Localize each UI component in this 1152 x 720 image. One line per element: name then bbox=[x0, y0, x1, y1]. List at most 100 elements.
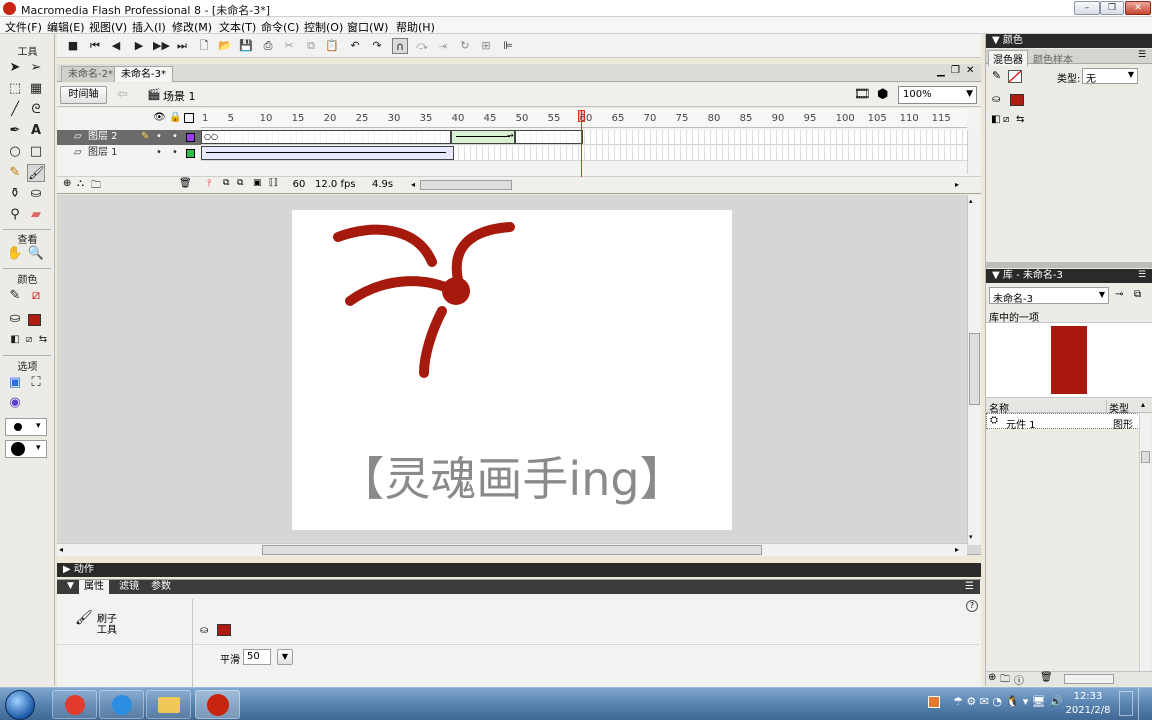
free-transform-tool-icon[interactable]: ⬚ bbox=[6, 80, 24, 98]
line-tool-icon[interactable]: ╱ bbox=[6, 101, 24, 119]
pen-tool-icon[interactable]: ✒ bbox=[6, 122, 24, 140]
ink-bottle-tool-icon[interactable]: ⚱ bbox=[6, 185, 24, 203]
arrow-tool-icon[interactable]: ➤ bbox=[6, 59, 24, 77]
stroke-color-icon[interactable]: ✎ bbox=[6, 287, 24, 305]
menu-modify[interactable]: 修改(M) bbox=[172, 19, 212, 35]
rectangle-tool-icon[interactable]: □ bbox=[27, 143, 45, 161]
menu-control[interactable]: 控制(O) bbox=[304, 19, 343, 35]
vscroll-thumb[interactable] bbox=[969, 333, 980, 405]
tab-untitled-3[interactable]: 未命名-3* bbox=[114, 66, 173, 82]
panel-menu-icon[interactable]: ☰ bbox=[1138, 50, 1146, 60]
tray-icons[interactable]: ☂ ⚙ ✉ ◔ 🐧 ▾ 🖥 🔊 bbox=[953, 695, 1063, 708]
smooth-icon[interactable]: ⤼ bbox=[414, 38, 430, 54]
lock-dot[interactable]: • bbox=[172, 130, 178, 144]
library-panel-header[interactable]: ▼ 库 - 未命名-3 ☰ bbox=[986, 269, 1152, 283]
fill-type-select[interactable]: 无 ▼ bbox=[1082, 68, 1138, 85]
minimize-button[interactable]: – bbox=[1074, 1, 1100, 15]
back-arrow-icon[interactable]: ⇦ bbox=[117, 87, 128, 102]
outline-icon[interactable] bbox=[184, 113, 194, 123]
library-item-row[interactable]: ⛭ 元件 1 图形 bbox=[986, 413, 1144, 431]
step-forward-icon[interactable]: ▶▶ bbox=[153, 38, 170, 54]
restore-button[interactable]: ❐ bbox=[1100, 1, 1124, 15]
doc-restore-icon[interactable]: ❐ bbox=[951, 65, 960, 76]
panel-menu-icon[interactable]: ☰ bbox=[965, 580, 974, 593]
snap-magnet-icon[interactable]: ∩ bbox=[392, 38, 408, 54]
scroll-right-icon[interactable]: ▸ bbox=[955, 545, 959, 554]
insert-layer-icon[interactable]: ⊕ bbox=[63, 178, 71, 189]
scale-icon[interactable]: ⊞ bbox=[478, 38, 494, 54]
menu-insert[interactable]: 插入(I) bbox=[132, 19, 166, 35]
app-taskbar-icon[interactable] bbox=[99, 690, 144, 719]
menu-window[interactable]: 窗口(W) bbox=[347, 19, 388, 35]
edit-symbol-icon[interactable]: ⬢ bbox=[877, 87, 888, 102]
static-frame-span[interactable] bbox=[515, 130, 583, 144]
layer-2-frames[interactable]: ○○ → bbox=[201, 130, 967, 145]
stage[interactable]: 【灵魂画手ing】 bbox=[292, 210, 732, 530]
menu-commands[interactable]: 命令(C) bbox=[261, 19, 299, 35]
visibility-dot[interactable]: • bbox=[156, 130, 162, 144]
scroll-down-icon[interactable]: ▾ bbox=[969, 533, 973, 541]
onion-markers-icon[interactable]: ⟦⟧ bbox=[269, 178, 278, 188]
object-drawing-icon[interactable]: ▣ bbox=[6, 374, 24, 392]
scroll-right-icon[interactable]: ▸ bbox=[955, 180, 959, 189]
stroke-color-icon[interactable]: ✎ bbox=[992, 69, 1001, 82]
panel-menu-icon[interactable]: ☰ bbox=[1138, 269, 1146, 282]
hscroll-thumb[interactable] bbox=[262, 545, 762, 555]
show-hide-eye-icon[interactable]: 👁 bbox=[153, 112, 166, 123]
show-desktop-button[interactable] bbox=[1138, 688, 1152, 720]
oval-tool-icon[interactable]: ○ bbox=[6, 143, 24, 161]
new-file-icon[interactable]: 🗋 bbox=[196, 38, 212, 54]
motion-tween-span[interactable] bbox=[201, 146, 454, 160]
rewind-icon[interactable]: ⏮ bbox=[87, 38, 103, 54]
playhead-marker[interactable] bbox=[578, 110, 585, 122]
copy-icon[interactable]: ⧉ bbox=[303, 38, 319, 54]
layer-name[interactable]: 图层 1 bbox=[88, 146, 118, 160]
swap-colors-icon[interactable]: ⇆ bbox=[1016, 114, 1024, 125]
menu-help[interactable]: 帮助(H) bbox=[396, 19, 435, 35]
mixer-fill-swatch[interactable] bbox=[1010, 94, 1024, 106]
tab-properties[interactable]: 属性 bbox=[79, 580, 109, 594]
delete-icon[interactable]: 🗑 bbox=[1040, 672, 1053, 683]
visibility-dot[interactable]: • bbox=[156, 146, 162, 160]
stage-hscroll[interactable]: ◂ ▸ bbox=[57, 543, 967, 556]
pencil-tool-icon[interactable]: ✎ bbox=[6, 164, 24, 182]
align-icon[interactable]: ⊫ bbox=[500, 38, 516, 54]
print-icon[interactable]: ⎙ bbox=[260, 38, 276, 54]
lock-layers-icon[interactable]: 🔒 bbox=[169, 112, 181, 123]
tab-mixer[interactable]: 混色器 bbox=[988, 50, 1028, 66]
tab-untitled-2[interactable]: 未命名-2* bbox=[61, 66, 120, 82]
brush-mode-icon[interactable]: ⛶ bbox=[27, 374, 45, 392]
properties-icon[interactable]: ⓘ bbox=[1014, 672, 1024, 687]
library-document-select[interactable]: 未命名-3 ▼ bbox=[989, 287, 1109, 305]
fill-color-swatch[interactable] bbox=[28, 314, 41, 326]
brush-tool-icon[interactable]: 🖌 bbox=[27, 164, 45, 182]
open-file-icon[interactable]: 📂 bbox=[217, 38, 233, 54]
fill-color-swatch[interactable] bbox=[217, 624, 231, 636]
zoom-select[interactable]: 100% ▼ bbox=[898, 86, 977, 104]
explorer-taskbar-icon[interactable] bbox=[146, 690, 191, 719]
new-symbol-icon[interactable]: ⊕ bbox=[988, 672, 996, 683]
paint-bucket-tool-icon[interactable]: ⛀ bbox=[27, 185, 45, 203]
hand-tool-icon[interactable]: ✋ bbox=[6, 245, 24, 263]
lock-fill-icon[interactable]: ◉ bbox=[6, 394, 24, 412]
eyedropper-tool-icon[interactable]: ⚲ bbox=[6, 206, 24, 224]
eraser-tool-icon[interactable]: ▰ bbox=[27, 206, 45, 224]
library-vscroll[interactable] bbox=[1139, 413, 1151, 673]
smoothing-input[interactable]: 50 bbox=[243, 649, 271, 665]
panel-splitter[interactable] bbox=[986, 262, 1152, 268]
color-panel-header[interactable]: ▼ 颜色 bbox=[986, 34, 1152, 48]
menu-edit[interactable]: 编辑(E) bbox=[47, 19, 85, 35]
text-tool-icon[interactable]: A bbox=[27, 122, 45, 140]
lasso-tool-icon[interactable]: ᘓ bbox=[27, 101, 45, 119]
menu-text[interactable]: 文本(T) bbox=[219, 19, 256, 35]
tab-parameters[interactable]: 参数 bbox=[151, 580, 171, 593]
timeline-toggle-button[interactable]: 时间轴 bbox=[60, 86, 107, 104]
pin-library-icon[interactable]: ⊸ bbox=[1115, 289, 1123, 300]
brush-size-select[interactable]: ▾ bbox=[5, 418, 47, 436]
flash-taskbar-icon[interactable] bbox=[195, 690, 240, 719]
layer-row-1[interactable]: ▱ 图层 1 • • bbox=[57, 146, 201, 161]
onion-skin-icon[interactable]: ⧉ bbox=[223, 178, 229, 188]
rotate-icon[interactable]: ↻ bbox=[457, 38, 473, 54]
stop-icon[interactable]: ■ bbox=[65, 38, 81, 54]
layer-outline-color[interactable] bbox=[186, 149, 195, 158]
